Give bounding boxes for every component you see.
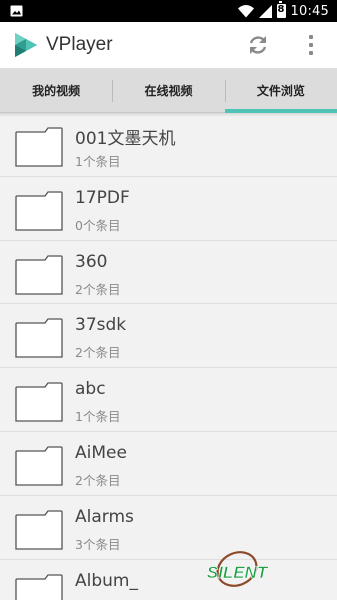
- folder-row[interactable]: 360 2个条目: [0, 241, 337, 305]
- app-bar: VPlayer: [0, 22, 337, 68]
- folder-name: 37sdk: [75, 315, 127, 336]
- folder-count: 1个条目: [75, 154, 121, 169]
- battery-label: 8: [277, 4, 285, 15]
- folder-name: 17PDF: [75, 187, 130, 208]
- folder-row[interactable]: Alarms 3个条目: [0, 496, 337, 560]
- folder-name: 360: [75, 251, 108, 272]
- folder-icon: [15, 254, 63, 295]
- status-bar: 8 10:45: [0, 0, 337, 22]
- more-options-icon[interactable]: [300, 33, 322, 57]
- tab-file-browser[interactable]: 文件浏览: [224, 68, 337, 113]
- folder-row[interactable]: abc 1个条目: [0, 368, 337, 432]
- folder-list: 001文墨天机 1个条目 17PDF 0个条目 360 2个条目 37sdk 2…: [0, 113, 337, 600]
- folder-icon: [15, 318, 63, 359]
- folder-row[interactable]: Album_: [0, 560, 337, 600]
- folder-count: 2个条目: [75, 345, 121, 361]
- folder-icon: [15, 573, 63, 600]
- tab-my-videos[interactable]: 我的视频: [0, 68, 112, 112]
- folder-icon: [15, 382, 63, 422]
- folder-name: Alarms: [75, 506, 134, 527]
- folder-row[interactable]: AiMee 2个条目: [0, 432, 337, 496]
- screen: 8 10:45 VPlayer 我的视频 在线视频 文件浏览 001文墨天机 1…: [0, 0, 337, 600]
- silent-watermark-logo: SILENT: [206, 551, 269, 587]
- signal-icon: [258, 4, 272, 18]
- vplayer-logo-icon: [15, 33, 37, 57]
- folder-name: abc: [75, 379, 106, 400]
- picture-icon: [10, 5, 23, 17]
- folder-count: 1个条目: [75, 409, 121, 425]
- folder-count: 2个条目: [75, 281, 121, 297]
- status-time: 10:45: [290, 3, 329, 19]
- battery-icon: 8: [276, 1, 286, 18]
- folder-row[interactable]: 001文墨天机 1个条目: [0, 113, 337, 177]
- folder-count: 0个条目: [75, 217, 121, 233]
- folder-name: Album_: [75, 570, 138, 591]
- folder-row[interactable]: 17PDF 0个条目: [0, 177, 337, 241]
- folder-name: AiMee: [75, 442, 127, 463]
- watermark-text: SILENT: [207, 563, 269, 582]
- app-title: VPlayer: [46, 34, 113, 55]
- folder-count: 3个条目: [75, 536, 121, 552]
- folder-count: 2个条目: [75, 472, 121, 488]
- folder-name: 001文墨天机: [75, 129, 176, 149]
- folder-row[interactable]: 37sdk 2个条目: [0, 304, 337, 369]
- folder-icon: [15, 127, 63, 167]
- folder-icon: [15, 446, 63, 486]
- tab-bar: 我的视频 在线视频 文件浏览: [0, 68, 337, 113]
- folder-icon: [15, 510, 63, 550]
- refresh-icon[interactable]: [246, 33, 270, 57]
- tab-online-videos[interactable]: 在线视频: [112, 68, 224, 112]
- folder-icon: [15, 191, 63, 231]
- wifi-icon: [237, 4, 254, 17]
